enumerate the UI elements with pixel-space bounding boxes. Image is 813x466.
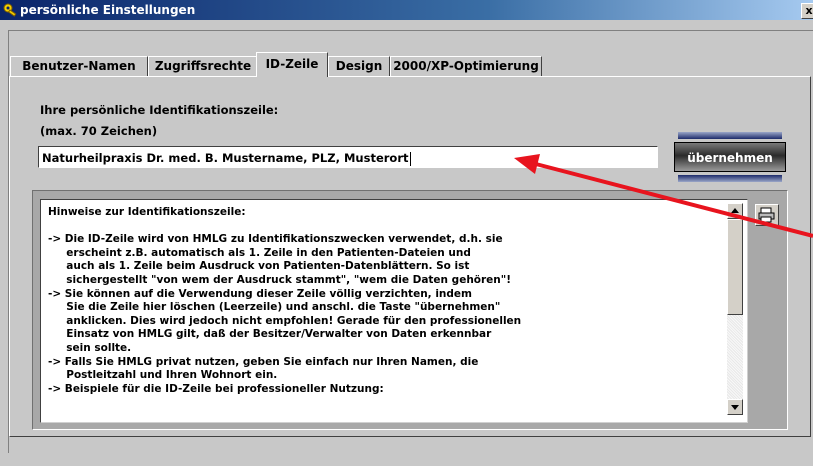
text-caret bbox=[410, 151, 412, 166]
arrow-down-icon bbox=[731, 405, 739, 410]
tab-zugriffsrechte[interactable]: Zugriffsrechte bbox=[148, 56, 258, 77]
apply-button[interactable]: übernehmen bbox=[674, 142, 786, 172]
id-line-limit-label: (max. 70 Zeichen) bbox=[40, 124, 158, 138]
id-line-value: Naturheilpraxis Dr. med. B. Mustername, … bbox=[42, 151, 409, 165]
tab-2000-xp-optimierung[interactable]: 2000/XP-Optimierung bbox=[390, 56, 542, 77]
scroll-down-button[interactable] bbox=[727, 399, 743, 415]
printer-icon bbox=[758, 207, 775, 223]
scroll-up-button[interactable] bbox=[727, 203, 743, 219]
apply-button-bottom-bar bbox=[678, 175, 782, 182]
hints-scrollbar[interactable] bbox=[727, 203, 743, 415]
id-line-label: Ihre persönliche Identifikationszeile: bbox=[40, 103, 279, 117]
print-button[interactable] bbox=[755, 204, 779, 226]
apply-button-group: übernehmen bbox=[674, 130, 786, 184]
title-bar: persönliche Einstellungen x bbox=[0, 0, 813, 20]
hints-textarea[interactable]: Hinweise zur Identifikationszeile: -> Di… bbox=[40, 199, 748, 423]
arrow-up-icon bbox=[731, 208, 739, 213]
apply-button-top-bar bbox=[678, 132, 782, 139]
tab-design[interactable]: Design bbox=[328, 56, 390, 77]
key-icon bbox=[3, 3, 17, 17]
tab-id-zeile[interactable]: ID-Zeile bbox=[256, 52, 328, 77]
hints-text: Hinweise zur Identifikationszeile: -> Di… bbox=[48, 206, 522, 395]
scroll-thumb[interactable] bbox=[727, 219, 743, 315]
window-title: persönliche Einstellungen bbox=[20, 3, 196, 17]
tab-benutzer-namen[interactable]: Benutzer-Namen bbox=[10, 56, 148, 77]
id-line-input[interactable]: Naturheilpraxis Dr. med. B. Mustername, … bbox=[38, 146, 658, 168]
close-button[interactable]: x bbox=[801, 3, 813, 19]
